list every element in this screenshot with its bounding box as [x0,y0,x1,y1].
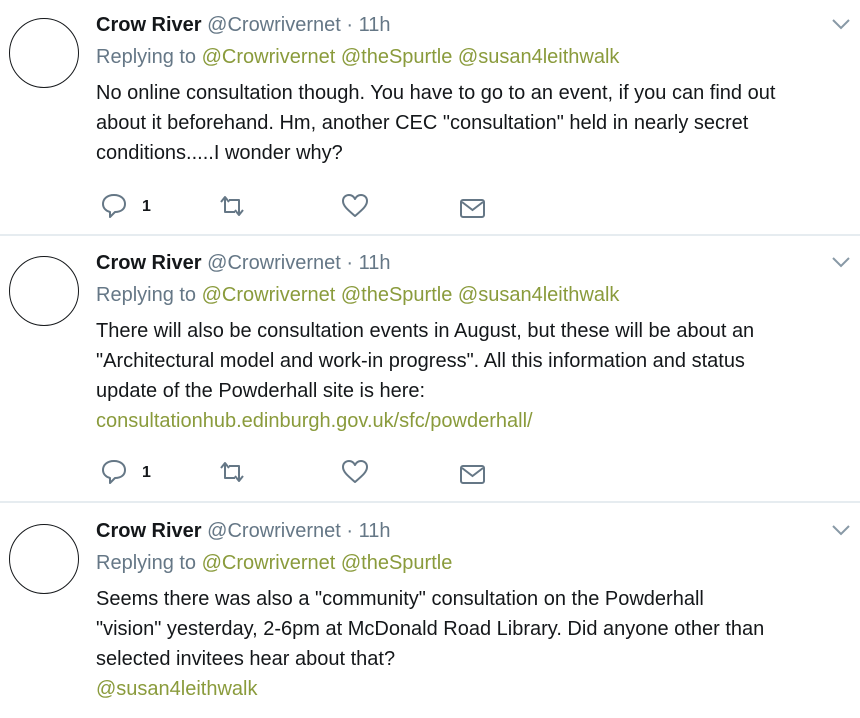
display-name[interactable]: Crow River [96,520,202,542]
mention-link[interactable]: @susan4leithwalk [458,284,620,306]
tweet-text: There will also be consultation events i… [96,316,858,436]
tweet-text: No online consultation though. You have … [96,78,858,168]
heart-icon [342,194,368,217]
display-name[interactable]: Crow River [96,252,202,274]
tweet-text-line: "vision" yesterday, 2-6pm at McDonald Ro… [96,618,765,640]
tweet-header: Crow River @Crowrivernet · 11h [96,248,391,278]
tweet-actions: 1 [100,458,500,488]
replying-label: Replying to [96,284,197,306]
user-handle[interactable]: @Crowrivernet [207,252,341,274]
reply-count: 1 [142,464,151,481]
avatar[interactable] [9,524,79,594]
tweet-text-line: about it beforehand. Hm, another CEC "co… [96,112,749,134]
retweet-icon [220,462,244,482]
mention-link[interactable]: @Crowrivernet [202,46,336,68]
tweet-text-line: conditions.....I wonder why? [96,142,343,164]
direct-message-button[interactable] [458,192,498,222]
mention-link[interactable]: @Crowrivernet [202,552,336,574]
tweet-header: Crow River @Crowrivernet · 11h [96,516,391,546]
replying-to: Replying to @Crowrivernet @theSpurtle [96,548,452,578]
reply-button[interactable]: 1 [100,458,170,488]
envelope-icon [460,199,485,218]
external-link[interactable]: consultationhub.edinburgh.gov.uk/sfc/pow… [96,406,858,436]
tweet-text: Seems there was also a "community" consu… [96,584,858,704]
chevron-down-icon[interactable] [830,16,852,32]
heart-icon [342,460,368,483]
like-button[interactable] [340,192,380,222]
tweet-divider [0,501,860,503]
tweet-text-line: update of the Powderhall site is here: [96,380,426,402]
reply-button[interactable]: 1 [100,192,170,222]
tweet[interactable]: Crow River @Crowrivernet · 11h Replying … [0,248,860,500]
tweet[interactable]: Crow River @Crowrivernet · 11h Replying … [0,516,860,718]
replying-to: Replying to @Crowrivernet @theSpurtle @s… [96,280,619,310]
reply-icon [102,194,126,218]
tweet-header: Crow River @Crowrivernet · 11h [96,10,391,40]
mention-link[interactable]: @Crowrivernet [202,284,336,306]
retweet-button[interactable] [216,192,256,222]
mention-link[interactable]: @theSpurtle [341,552,452,574]
replying-label: Replying to [96,552,197,574]
retweet-icon [220,196,244,216]
retweet-button[interactable] [216,458,256,488]
avatar[interactable] [9,256,79,326]
mention-link[interactable]: @susan4leithwalk [458,46,620,68]
chevron-down-icon[interactable] [830,522,852,538]
tweet-text-line: Seems there was also a "community" consu… [96,588,704,610]
reply-icon [102,460,126,484]
avatar[interactable] [9,18,79,88]
tweet-text-line: selected invitees hear about that? [96,648,396,670]
user-handle[interactable]: @Crowrivernet [207,520,341,542]
tweet-actions: 1 [100,192,500,222]
tweet-text-line: No online consultation though. You have … [96,82,776,104]
tweet-text-line: "Architectural model and work-in progres… [96,350,745,372]
envelope-icon [460,465,485,484]
timestamp[interactable]: · 11h [346,252,390,274]
replying-to: Replying to @Crowrivernet @theSpurtle @s… [96,42,619,72]
tweet-text-line: There will also be consultation events i… [96,320,755,342]
display-name[interactable]: Crow River [96,14,202,36]
tweet-feed: Crow River @Crowrivernet · 11h Replying … [0,0,860,718]
timestamp[interactable]: · 11h [346,14,390,36]
tweet-divider [0,234,860,236]
mention-link[interactable]: @theSpurtle [341,284,452,306]
chevron-down-icon[interactable] [830,254,852,270]
replying-label: Replying to [96,46,197,68]
tweet[interactable]: Crow River @Crowrivernet · 11h Replying … [0,10,860,232]
reply-count: 1 [142,198,151,215]
mention-link[interactable]: @theSpurtle [341,46,452,68]
mention-link[interactable]: @susan4leithwalk [96,674,858,704]
direct-message-button[interactable] [458,458,498,488]
user-handle[interactable]: @Crowrivernet [207,14,341,36]
like-button[interactable] [340,458,380,488]
timestamp[interactable]: · 11h [346,520,390,542]
